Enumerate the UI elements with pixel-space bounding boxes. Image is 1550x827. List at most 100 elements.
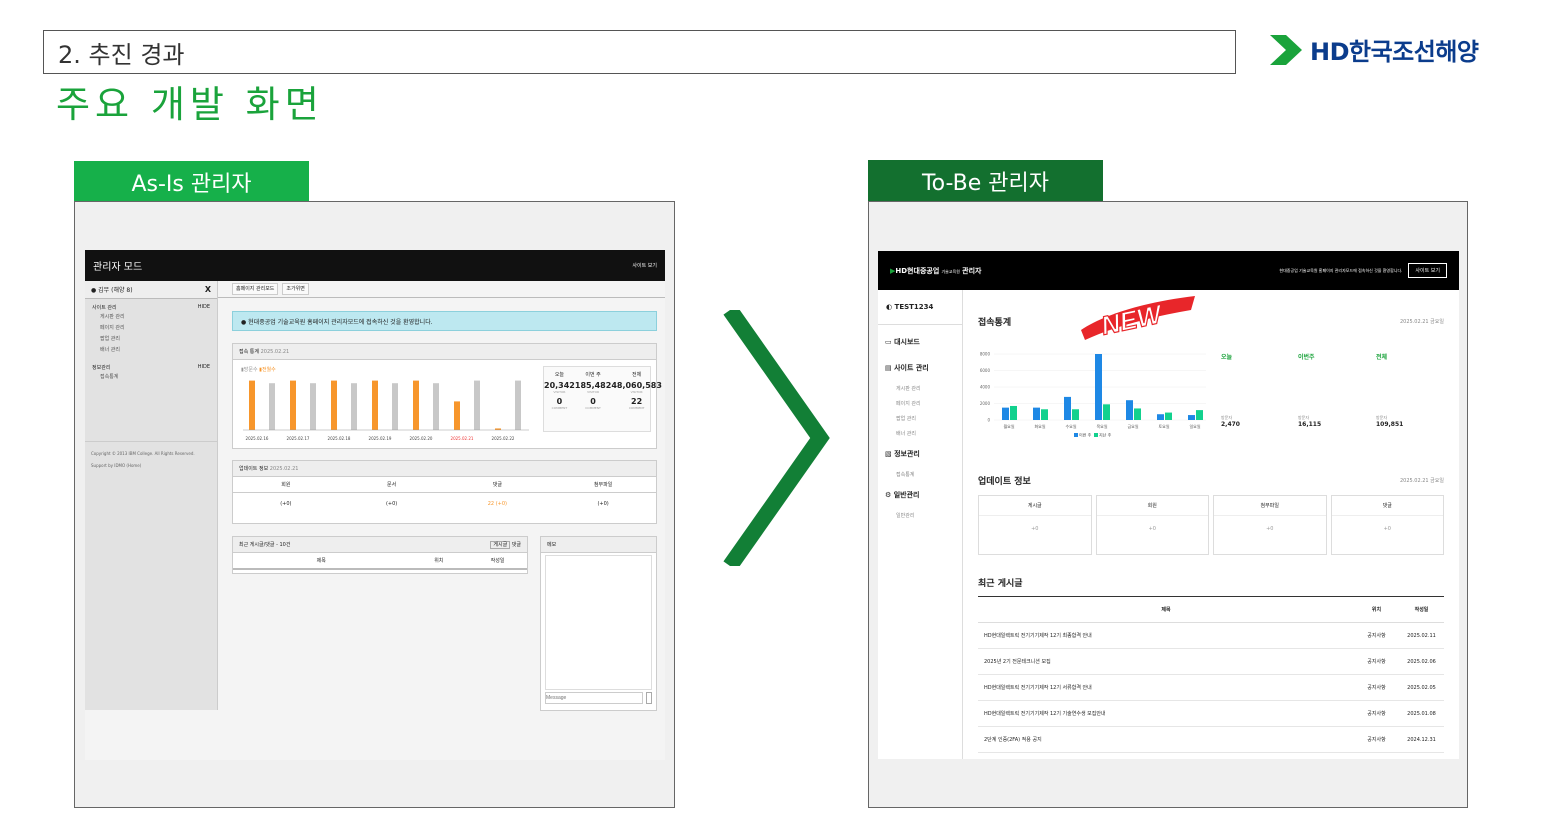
submenu-item[interactable]: 일반관리 [878, 508, 962, 523]
y-tick: 2000 [980, 401, 991, 406]
update-values: (+0) (+0) 22 (+0) (+0) [280, 501, 609, 507]
submenu-item[interactable]: 접속통계 [878, 467, 962, 482]
bar [1157, 414, 1164, 420]
panel-title: 업데이트 정보 [239, 466, 269, 472]
panel-date: 2025.02.21 [269, 466, 299, 472]
legend-swatch [1094, 433, 1098, 437]
asis-menu-item[interactable]: 팝업 관리 [85, 333, 217, 344]
panel-head: 최근 게시글/댓글 - 10건 게시글 댓글 [233, 537, 527, 553]
submenu-item[interactable]: 페이지 관리 [878, 396, 962, 411]
tick-label: 화요일 [1034, 423, 1045, 429]
close-icon[interactable]: X [205, 285, 211, 294]
menu-dashboard[interactable]: ▭ 대시보드 [878, 325, 962, 355]
asis-tab[interactable]: 홈페이지 관리모드 [232, 283, 279, 295]
page-title: 주요 개발 화면 [56, 83, 324, 126]
group-toggle[interactable]: HIDE [198, 304, 210, 311]
send-button[interactable] [646, 692, 652, 704]
stat-head: 전체 [632, 372, 642, 378]
asis-menu-item[interactable]: 게시판 관리 [85, 311, 217, 322]
table-row[interactable]: 2025년 2기 전문테크니션 모집 공지사항 2025.02.06 [978, 648, 1444, 675]
message-input[interactable] [545, 692, 643, 704]
file-icon: ▤ [885, 364, 895, 372]
info-icon: ▧ [885, 450, 895, 458]
tick-label: 2025.02.20 [410, 436, 433, 441]
site-view-button[interactable]: 사이트 보기 [1408, 263, 1447, 278]
memo-area[interactable] [545, 555, 652, 690]
asis-stats-panel: 접속 통계 2025.02.21 ▮방문수 ▮전월수 2025.02.16 202… [232, 343, 662, 449]
new-badge-text: NEW [1098, 298, 1166, 340]
tick-label: 2025.02.18 [328, 436, 351, 441]
group-label: 정보관리 [92, 365, 111, 371]
bar [515, 380, 521, 430]
col-date: 작성일 [1399, 596, 1444, 623]
asis-group-site[interactable]: 사이트 관리 HIDE [85, 299, 217, 311]
bar [1134, 408, 1141, 420]
asis-group-info[interactable]: 정보관리 HIDE [85, 355, 217, 371]
update-grid: 게시글 +0 회원 +0 첨부파일 +0 댓글 +0 [978, 495, 1444, 555]
menu-info[interactable]: ▧ 정보관리 [878, 441, 962, 467]
menu-general[interactable]: ⚙ 일반관리 [878, 482, 962, 508]
asis-bar-chart: 2025.02.16 2025.02.17 2025.02.18 2025.02.19… [243, 380, 529, 441]
asis-support: Support by IDMO (Home) [91, 463, 142, 468]
comment-sub: COMMENT [551, 406, 568, 410]
bar [1165, 412, 1172, 420]
update-date: 2025.02.21 금요일 [1399, 478, 1444, 484]
tick-label: 2025.02.17 [287, 436, 310, 441]
bar [269, 383, 275, 430]
stat-column: 전체 방문자 109,851 [1376, 354, 1404, 428]
stat-column: 이번주 방문자 16,115 [1298, 354, 1322, 428]
bar [1095, 354, 1102, 420]
tobe-user-name: TEST1234 [894, 303, 934, 311]
y-tick: 0 [987, 418, 990, 423]
asis-menu-item[interactable]: 접속통계 [85, 371, 217, 382]
asis-menu-item[interactable]: 페이지 관리 [85, 322, 217, 333]
legend-item: ▮방문수 [241, 367, 258, 373]
bar [331, 380, 337, 430]
hd-logo-icon [1270, 34, 1302, 65]
recent-tab-posts[interactable]: 게시글 [490, 541, 511, 549]
legend-label: 지난 주 [1099, 432, 1112, 438]
tobe-main: 접속통계 2025.02.21 금요일 0 2000 4000 6000 8000 월요일… [963, 290, 1459, 759]
group-toggle[interactable]: HIDE [198, 364, 210, 371]
submenu-item[interactable]: 팝업 관리 [878, 411, 962, 426]
bar [1188, 415, 1195, 420]
menu-site[interactable]: ▤ 사이트 관리 [878, 355, 962, 381]
tick-label: 2025.02.21 [451, 436, 474, 441]
recent-tab-comments[interactable]: 댓글 [512, 542, 521, 548]
tick-label: 일요일 [1189, 423, 1200, 429]
asis-legend: ▮방문수 ▮전월수 [241, 366, 276, 373]
group-label: 사이트 관리 [92, 305, 117, 311]
bar [392, 383, 398, 430]
tick-label: 토요일 [1158, 423, 1169, 429]
col-title: 제목 [978, 596, 1354, 623]
table-row[interactable]: HD현대일렉트릭 전기기기제작 12기 최종합격 안내 공지사항 2025.02.1… [978, 622, 1444, 649]
table-row[interactable]: HD현대일렉트릭 전기기기제작 12기 기술연수생 모집안내 공지사항 2025.0… [978, 700, 1444, 727]
asis-topbar: 관리자 모드 사이트 보기 [85, 250, 665, 281]
tobe-topbar: ▶HD현대중공업 기술교육원 관리자 현대중공업 기술교육원 홈페이지 관리자모… [878, 251, 1459, 290]
submenu-item[interactable]: 게시판 관리 [878, 381, 962, 396]
panel-title: 접속 통계 [239, 349, 259, 355]
asis-tab[interactable]: 조가위면 [282, 283, 309, 295]
table-row[interactable]: 2단계 인증(2FA) 적용 공지 공지사항 2024.12.31 [978, 726, 1444, 753]
bar [1103, 404, 1110, 420]
bar [351, 383, 357, 430]
recent-title: 최근 게시글 [978, 579, 1023, 589]
tobe-user: ◐ TEST1234 [878, 290, 962, 325]
asis-footer: Copyright © 2013 IBM College. All Rights… [85, 441, 217, 478]
bar [1010, 405, 1017, 420]
tick-label: 금요일 [1127, 423, 1138, 429]
stat-value: 185,482 [574, 381, 612, 390]
bar [413, 380, 419, 430]
asis-menu-item[interactable]: 배너 관리 [85, 344, 217, 355]
stats-date: 2025.02.21 금요일 [1399, 319, 1444, 325]
submenu-item[interactable]: 배너 관리 [878, 426, 962, 441]
asis-top-title: 관리자 모드 [93, 262, 143, 273]
asis-site-link[interactable]: 사이트 보기 [632, 262, 657, 269]
asis-alert: ● 현대중공업 기술교육원 홈페이지 관리자모드에 접속하신 것을 환영합니다. [232, 311, 657, 331]
table-row[interactable]: HD현대일렉트릭 전기기기제작 12기 서류합격 안내 공지사항 2025.02.0… [978, 674, 1444, 701]
tick-label: 수요일 [1065, 423, 1076, 429]
asis-update-panel: 업데이트 정보 2025.02.21 회원 문서 댓글 첨부파일 (+0) (+0) 22… [232, 460, 657, 524]
asis-screen: 관리자 모드 사이트 보기 ● 김무 (해양 8) X 사이트 관리 HIDE 게… [85, 250, 665, 760]
bar [290, 380, 296, 430]
asis-alert-text: 현대중공업 기술교육원 홈페이지 관리자모드에 접속하신 것을 환영합니다. [248, 319, 433, 326]
